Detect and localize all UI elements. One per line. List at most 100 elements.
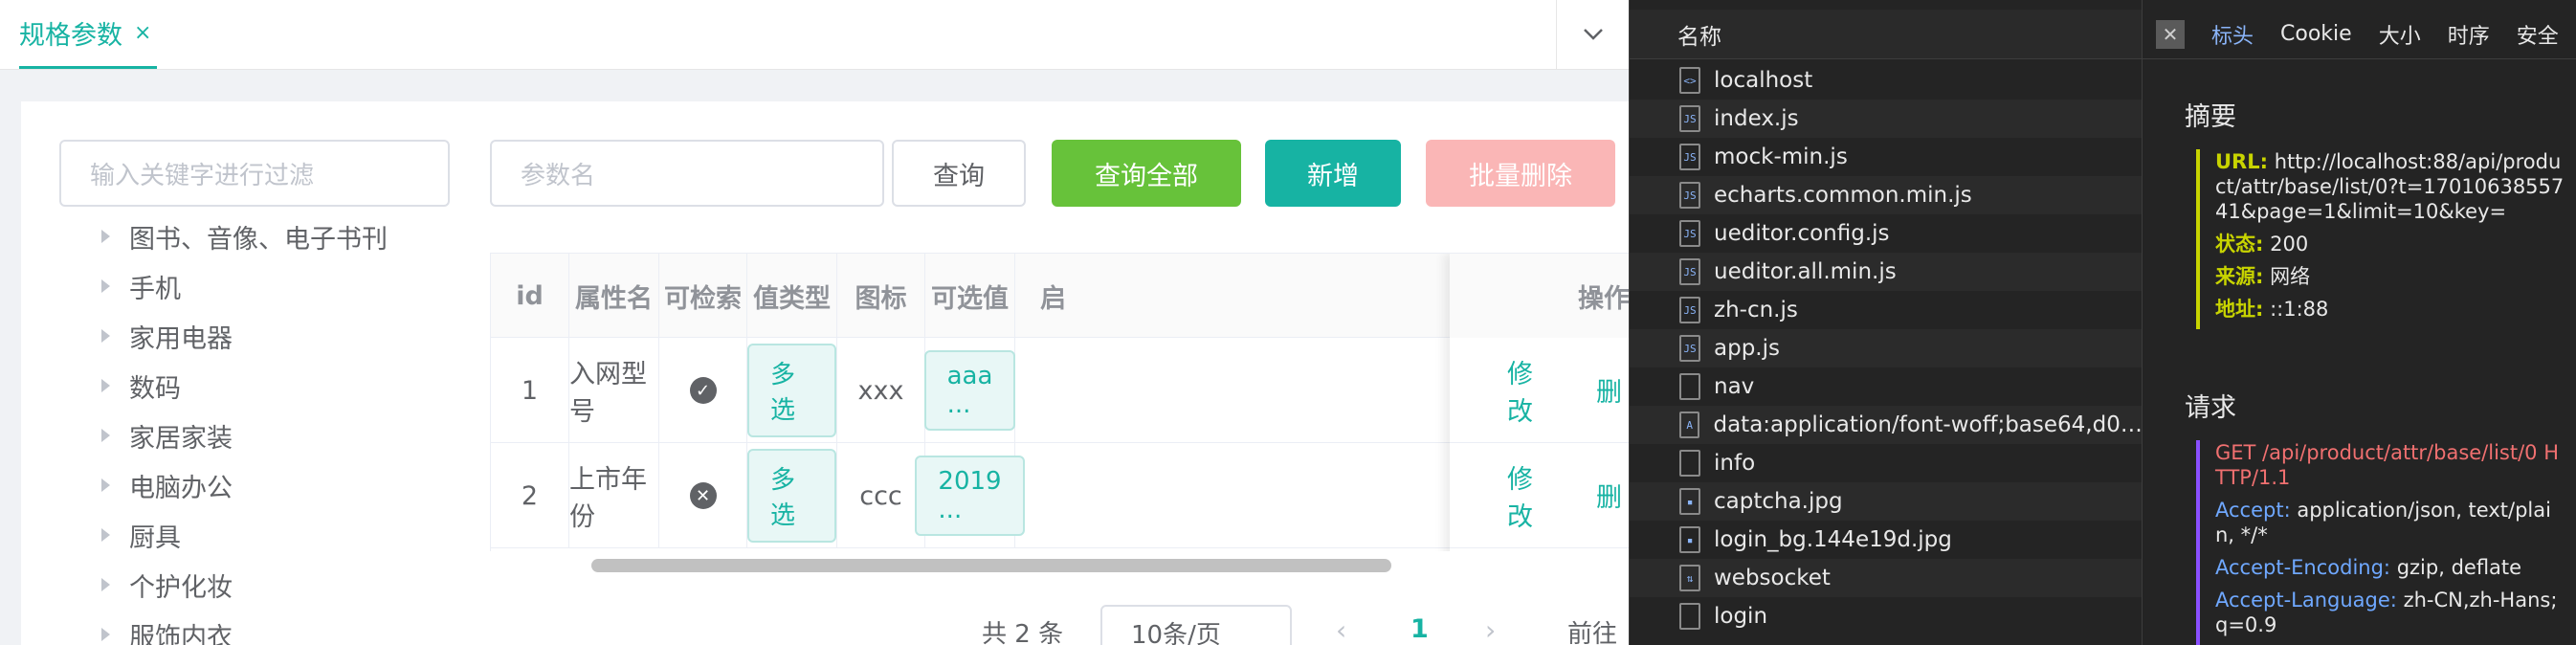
request-name: data:application/font-woff;base64,d09... <box>1713 412 2143 437</box>
xhr-file-icon <box>1679 373 1700 400</box>
tree-node[interactable]: 个护化妆 <box>73 560 388 610</box>
request-row[interactable]: login <box>1630 597 2143 635</box>
x-circle-icon: ✕ <box>689 482 717 509</box>
request-row[interactable]: JS ueditor.config.js <box>1630 214 2143 253</box>
js-file-icon: JS <box>1679 335 1700 362</box>
cell-name: 上市年份 <box>569 443 659 548</box>
request-name: ueditor.all.min.js <box>1714 259 1897 284</box>
tab-security[interactable]: 安全 <box>2517 19 2559 50</box>
delete-link[interactable]: 删 <box>1596 371 1622 409</box>
caret-right-icon[interactable] <box>101 528 110 542</box>
request-row[interactable]: JS zh-cn.js <box>1630 291 2143 329</box>
request-name: login_bg.144e19d.jpg <box>1714 527 1952 552</box>
tree-node[interactable]: 图书、音像、电子书刊 <box>73 211 388 261</box>
request-row[interactable]: JS ueditor.all.min.js <box>1630 253 2143 291</box>
tab-size[interactable]: 大小 <box>2379 19 2421 50</box>
xhr-file-icon <box>1679 450 1700 477</box>
edit-link[interactable]: 修改 <box>1507 458 1558 533</box>
request-list: <> localhost JS index.js JS mock-min.js JS echa… <box>1630 61 2143 635</box>
cell-searchable: ✓ <box>659 338 747 443</box>
request-row[interactable]: JS mock-min.js <box>1630 138 2143 176</box>
caret-right-icon[interactable] <box>101 578 110 591</box>
close-icon[interactable]: × <box>134 21 151 45</box>
caret-right-icon[interactable] <box>101 329 110 343</box>
row-ops: 修改 删 <box>1450 443 1629 548</box>
tree-node[interactable]: 手机 <box>73 261 388 311</box>
tab-spec-params[interactable]: 规格参数 × <box>19 0 158 69</box>
tab-cookie[interactable]: Cookie <box>2280 22 2352 46</box>
name-column-header[interactable]: 名称 <box>1630 10 2143 59</box>
param-name-input[interactable]: 参数名 <box>490 140 884 207</box>
col-searchable: 可检索 <box>659 254 747 338</box>
col-id: id <box>491 254 569 338</box>
tree-node[interactable]: 数码 <box>73 361 388 411</box>
request-row[interactable]: JS index.js <box>1630 100 2143 138</box>
tab-timing[interactable]: 时序 <box>2448 19 2490 50</box>
table-hscrollbar[interactable] <box>490 551 1629 580</box>
caret-right-icon[interactable] <box>101 279 110 293</box>
request-row[interactable]: info <box>1630 444 2143 482</box>
request-name: login <box>1714 604 1768 629</box>
batch-delete-button[interactable]: 批量删除 <box>1426 140 1615 207</box>
header-accept-language: Accept-Language: zh-CN,zh-Hans;q=0.9 <box>2215 589 2558 636</box>
row-ops: 修改 删 <box>1450 338 1629 443</box>
summary-url: URL: http://localhost:88/api/product/att… <box>2215 150 2565 223</box>
pager-total: 共 2 条 <box>982 620 1064 645</box>
request-row[interactable]: Adata:application/font-woff;base64,d09..… <box>1630 406 2143 444</box>
request-row[interactable]: ⇅ websocket <box>1630 559 2143 597</box>
col-value-type: 值类型 <box>747 254 837 338</box>
tree-node[interactable]: 电脑办公 <box>73 460 388 510</box>
tree-node-label: 厨具 <box>129 523 181 553</box>
edit-link[interactable]: 修改 <box>1507 353 1558 428</box>
cell-id: 2 <box>491 443 569 548</box>
doc-file-icon: <> <box>1679 67 1700 94</box>
options-tag[interactable]: aaa ... <box>923 350 1016 431</box>
tree-node[interactable]: 厨具 <box>73 510 388 560</box>
attr-table: id 属性名 可检索 值类型 图标 可选值 启 1 入网型号 ✓ 多选 xxx … <box>490 253 1629 578</box>
request-row[interactable]: ▪ login_bg.144e19d.jpg <box>1630 521 2143 559</box>
caret-right-icon[interactable] <box>101 429 110 442</box>
chevron-left-icon[interactable]: ‹ <box>1336 614 1346 645</box>
add-button[interactable]: 新增 <box>1265 140 1401 207</box>
tree-node[interactable]: 家居家装 <box>73 411 388 460</box>
page-size-select[interactable]: 10条/页 <box>1100 605 1292 645</box>
tab-dropdown-button[interactable] <box>1556 0 1629 69</box>
col-options: 可选值 <box>925 254 1015 338</box>
img-file-icon: ▪ <box>1679 526 1700 553</box>
page-number-current[interactable]: 1 <box>1410 614 1429 644</box>
tab-headers[interactable]: 标头 <box>2211 19 2254 50</box>
caret-right-icon[interactable] <box>101 379 110 392</box>
request-row[interactable]: nav <box>1630 367 2143 406</box>
query-all-button[interactable]: 查询全部 <box>1052 140 1241 207</box>
request-row[interactable]: JS app.js <box>1630 329 2143 367</box>
caret-right-icon[interactable] <box>101 478 110 492</box>
request-row[interactable]: JS echarts.common.min.js <box>1630 176 2143 214</box>
js-file-icon: JS <box>1679 105 1700 132</box>
chevron-right-icon[interactable]: › <box>1485 614 1496 645</box>
app-main: 规格参数 × 输入关键字进行过滤 图书、音像、电子书刊 手机 家用电器 数码 家居家装电… <box>0 0 1629 645</box>
options-tag[interactable]: 2019 ... <box>915 456 1025 536</box>
request-row[interactable]: ▪ captcha.jpg <box>1630 482 2143 521</box>
page-size-value: 10条/页 <box>1131 620 1221 645</box>
request-row[interactable]: <> localhost <box>1630 61 2143 100</box>
delete-link[interactable]: 删 <box>1596 477 1622 514</box>
summary-status: 状态: 200 <box>2215 233 2309 256</box>
request-name: mock-min.js <box>1714 145 1848 169</box>
cell-value-type: 多选 <box>747 443 837 548</box>
query-button[interactable]: 查询 <box>892 140 1026 207</box>
caret-right-icon[interactable] <box>101 628 110 641</box>
header-accept-encoding: Accept-Encoding: gzip, deflate <box>2215 556 2522 579</box>
close-icon[interactable]: ✕ <box>2156 19 2185 49</box>
category-filter-input[interactable]: 输入关键字进行过滤 <box>59 140 450 207</box>
tree-node[interactable]: 家用电器 <box>73 311 388 361</box>
request-name: nav <box>1714 374 1755 399</box>
col-enabled: 启 <box>1015 254 1452 338</box>
category-tree: 图书、音像、电子书刊 手机 家用电器 数码 家居家装 电脑办公厨具个护化妆 服饰内衣 <box>73 211 388 645</box>
request-section: GET /api/product/attr/base/list/0 HTTP/1… <box>2196 440 2569 645</box>
summary-address: 地址: ::1:88 <box>2215 298 2329 321</box>
scrollbar-thumb[interactable] <box>591 559 1391 572</box>
cell-searchable: ✕ <box>659 443 747 548</box>
caret-right-icon[interactable] <box>101 230 110 243</box>
ops-column: 操作 修改 删 修改 删 <box>1450 254 1629 577</box>
tree-node[interactable]: 服饰内衣 <box>73 610 388 645</box>
